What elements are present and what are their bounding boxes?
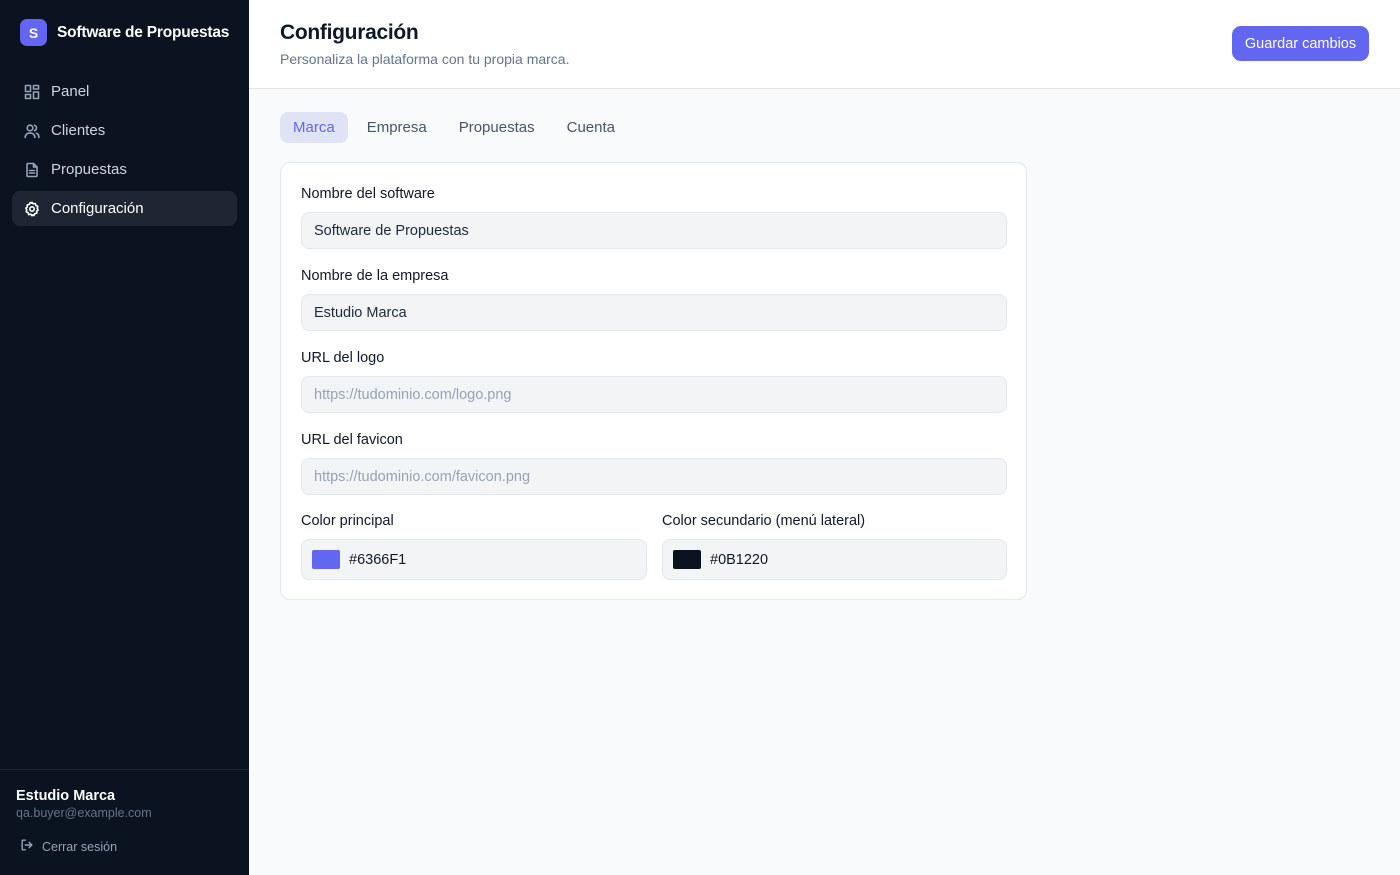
logo-url-label: URL del logo [301, 350, 385, 366]
gear-icon [23, 200, 40, 217]
secondary-color-label: Color secundario (menú lateral) [662, 513, 866, 529]
secondary-color-swatch[interactable] [673, 550, 701, 569]
primary-color-label: Color principal [301, 513, 394, 529]
secondary-color-field[interactable]: #0B1220 [662, 539, 1007, 580]
software-name-label: Nombre del software [301, 186, 435, 202]
sidebar-footer: Estudio Marca qa.buyer@example.com Cerra… [0, 769, 249, 875]
logout-icon [20, 838, 34, 855]
favicon-url-input[interactable] [301, 458, 1007, 495]
page-header: Configuración Personaliza la plataforma … [249, 0, 1400, 89]
primary-color-value: #6366F1 [349, 551, 407, 568]
sidebar-nav: Panel Clientes Propuestas Configuración [12, 74, 237, 230]
save-button[interactable]: Guardar cambios [1232, 26, 1369, 61]
brand-logo: S [20, 19, 47, 46]
page-subtitle: Personaliza la plataforma con tu propia … [280, 51, 570, 67]
primary-color-field[interactable]: #6366F1 [301, 539, 647, 580]
secondary-color-value: #0B1220 [710, 551, 769, 568]
software-name-input[interactable] [301, 212, 1007, 249]
favicon-url-label: URL del favicon [301, 432, 403, 448]
sidebar-item-propuestas[interactable]: Propuestas [12, 152, 237, 187]
sidebar-item-label: Clientes [51, 122, 106, 139]
sidebar-item-label: Propuestas [51, 161, 127, 178]
company-name-input[interactable] [301, 294, 1007, 331]
users-icon [23, 122, 40, 139]
company-name-label: Nombre de la empresa [301, 268, 449, 284]
document-icon [23, 161, 40, 178]
page-title: Configuración [280, 21, 419, 44]
sidebar-item-label: Panel [51, 83, 90, 100]
grid-icon [23, 83, 40, 100]
tab-marca[interactable]: Marca [280, 112, 348, 143]
user-email: qa.buyer@example.com [16, 806, 152, 820]
sidebar: S Software de Propuestas Panel Clientes … [0, 0, 249, 875]
logout-label: Cerrar sesión [42, 839, 118, 854]
user-name: Estudio Marca [16, 788, 116, 804]
sidebar-item-clientes[interactable]: Clientes [12, 113, 237, 148]
settings-tabs: Marca Empresa Propuestas Cuenta [280, 112, 634, 143]
tab-empresa[interactable]: Empresa [354, 112, 440, 143]
tab-cuenta[interactable]: Cuenta [554, 112, 628, 143]
brand-name: Software de Propuestas [57, 23, 230, 41]
brand[interactable]: S Software de Propuestas [20, 19, 229, 46]
tab-propuestas[interactable]: Propuestas [446, 112, 548, 143]
sidebar-item-panel[interactable]: Panel [12, 74, 237, 109]
primary-color-swatch[interactable] [312, 550, 340, 569]
sidebar-item-configuracion[interactable]: Configuración [12, 191, 237, 226]
logout-button[interactable]: Cerrar sesión [20, 838, 117, 855]
brand-settings-card: Nombre del software Nombre de la empresa… [280, 162, 1027, 600]
logo-url-input[interactable] [301, 376, 1007, 413]
sidebar-item-label: Configuración [51, 200, 144, 217]
